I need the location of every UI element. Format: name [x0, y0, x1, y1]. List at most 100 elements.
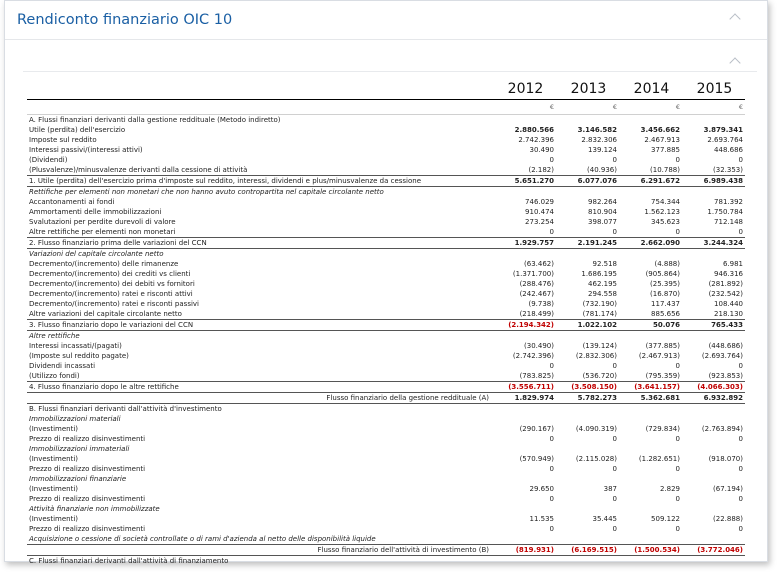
- table-row: Altre rettifiche: [27, 331, 745, 342]
- cell-value: (10.788): [650, 166, 680, 174]
- cell-value: 345.623: [651, 218, 680, 226]
- cell-value: [556, 504, 619, 514]
- table-row: Flusso finanziario dell'attività di inve…: [27, 544, 745, 556]
- currency-label: €: [493, 99, 556, 115]
- cell-value: [682, 331, 745, 342]
- table-row: Variazioni del capitale circolante netto: [27, 249, 745, 260]
- cell-value: 0: [612, 525, 617, 533]
- cell-value: 0: [738, 156, 743, 164]
- row-label: Prezzo di realizzo disinvestimenti: [29, 435, 146, 443]
- cell-value: (3.556.711): [493, 381, 556, 393]
- cell-value: 754.344: [651, 198, 680, 206]
- cell-value: [493, 444, 556, 454]
- row-label: (Imposte sul reddito pagate): [29, 352, 129, 360]
- row-label: (Investimenti): [29, 485, 78, 493]
- row-label: (Investimenti): [29, 425, 78, 433]
- cell-value: (2.742.396): [512, 352, 554, 360]
- cell-value: (9.738): [528, 300, 554, 308]
- cell-value: 0: [549, 525, 554, 533]
- cell-value: [682, 504, 745, 514]
- cell-value: 6.077.076: [556, 175, 619, 187]
- table-row: Ammortamenti delle immobilizzazioni 910.4…: [27, 207, 745, 217]
- cell-value: 0: [675, 435, 680, 443]
- cell-value: (1.500.534): [619, 544, 682, 556]
- cell-value: (905.864): [645, 270, 680, 278]
- currency-label: €: [682, 99, 745, 115]
- table-row: Prezzo di realizzo disinvestimenti 0 0 0 0: [27, 494, 745, 504]
- cell-value: [556, 474, 619, 484]
- year-header: 2012: [493, 79, 556, 100]
- cell-value: (732.190): [582, 300, 617, 308]
- collapse-chevron-up-icon[interactable]: [729, 13, 741, 25]
- cell-value: 139.124: [588, 146, 617, 154]
- cell-value: (819.931): [493, 544, 556, 556]
- cell-value: [682, 404, 745, 415]
- cell-value: (448.686): [708, 342, 743, 350]
- financial-statement-panel: Rendiconto finanziario OIC 10 2012 2013 …: [4, 0, 768, 565]
- cell-value: (232.542): [708, 290, 743, 298]
- cell-value: [493, 187, 556, 198]
- cell-value: (2.115.028): [575, 455, 617, 463]
- cell-value: [493, 414, 556, 424]
- cell-value: 2.467.913: [644, 136, 680, 144]
- row-label: Decremento/(incremento) dei crediti vs c…: [29, 270, 191, 278]
- table-row: Decremento/(incremento) dei crediti vs c…: [27, 269, 745, 279]
- cell-value: (4.090.319): [575, 425, 617, 433]
- cell-value: 3.456.662: [640, 126, 680, 134]
- cell-value: 294.558: [588, 290, 617, 298]
- table-collapse-chevron-up-icon[interactable]: [729, 57, 741, 69]
- cell-value: 0: [738, 465, 743, 473]
- table-row: Decremento/(incremento) ratei e risconti…: [27, 299, 745, 309]
- cell-value: 2.880.566: [514, 126, 554, 134]
- table-row: B. Flussi finanziari derivanti dall'atti…: [27, 404, 745, 415]
- row-label: (Plusvalenze)/minusvalenze derivanti dal…: [29, 166, 248, 174]
- cell-value: 0: [612, 495, 617, 503]
- row-label: (Investimenti): [29, 515, 78, 523]
- cell-value: (25.395): [650, 280, 680, 288]
- cell-value: 0: [738, 362, 743, 370]
- cell-value: (139.124): [582, 342, 617, 350]
- cell-value: (783.825): [519, 372, 554, 380]
- table-row: (Utilizzo fondi) (783.825) (536.720) (795.3…: [27, 371, 745, 382]
- cell-value: [556, 404, 619, 415]
- cell-value: [619, 444, 682, 454]
- cell-value: (570.949): [519, 455, 554, 463]
- cell-value: 1.022.102: [556, 319, 619, 331]
- cell-value: [556, 249, 619, 260]
- cell-value: 273.254: [525, 218, 554, 226]
- cell-value: [493, 115, 556, 126]
- cell-value: 2.191.245: [556, 237, 619, 249]
- cell-value: 5.782.273: [556, 392, 619, 404]
- cell-value: 3.879.341: [703, 126, 743, 134]
- row-label: Decremento/(incremento) delle rimanenze: [29, 260, 179, 268]
- row-label: (Dividendi): [29, 156, 68, 164]
- year-header: 2015: [682, 79, 745, 100]
- cell-value: (218.499): [519, 310, 554, 318]
- cell-value: 0: [675, 465, 680, 473]
- cell-value: 2.693.764: [707, 136, 743, 144]
- cell-value: 509.122: [651, 515, 680, 523]
- cell-value: (63.462): [524, 260, 554, 268]
- row-label: 2. Flusso finanziario prima delle variaz…: [27, 237, 493, 249]
- table-row: A. Flussi finanziari derivanti dalla ges…: [27, 115, 745, 126]
- cell-value: 448.686: [714, 146, 743, 154]
- row-label: 1. Utile (perdita) dell'esercizio prima …: [27, 175, 493, 187]
- row-label: Immobilizzazioni immateriali: [29, 445, 130, 453]
- cell-value: 0: [675, 228, 680, 236]
- cell-value: [493, 534, 556, 545]
- table-row: Attività finanziarie non immobilizzate: [27, 504, 745, 514]
- cell-value: [493, 404, 556, 415]
- cell-value: 1.829.974: [493, 392, 556, 404]
- cell-value: [619, 414, 682, 424]
- row-label: Immobilizzazioni materiali: [29, 415, 121, 423]
- table-row: Dividendi incassati 0 0 0 0: [27, 361, 745, 371]
- cash-flow-table: 2012 2013 2014 2015 € € € € A. Flussi fi…: [27, 79, 745, 566]
- cell-value: 885.656: [651, 310, 680, 318]
- cell-value: 11.535: [529, 515, 555, 523]
- cell-value: 6.989.438: [682, 175, 745, 187]
- cell-value: (1.371.700): [512, 270, 554, 278]
- row-label: Acquisizione o cessione di società contr…: [29, 535, 376, 543]
- table-row: Imposte sul reddito 2.742.396 2.832.306 2.4…: [27, 135, 745, 145]
- row-label: Altre rettifiche: [29, 332, 80, 340]
- cell-value: 1.686.195: [581, 270, 617, 278]
